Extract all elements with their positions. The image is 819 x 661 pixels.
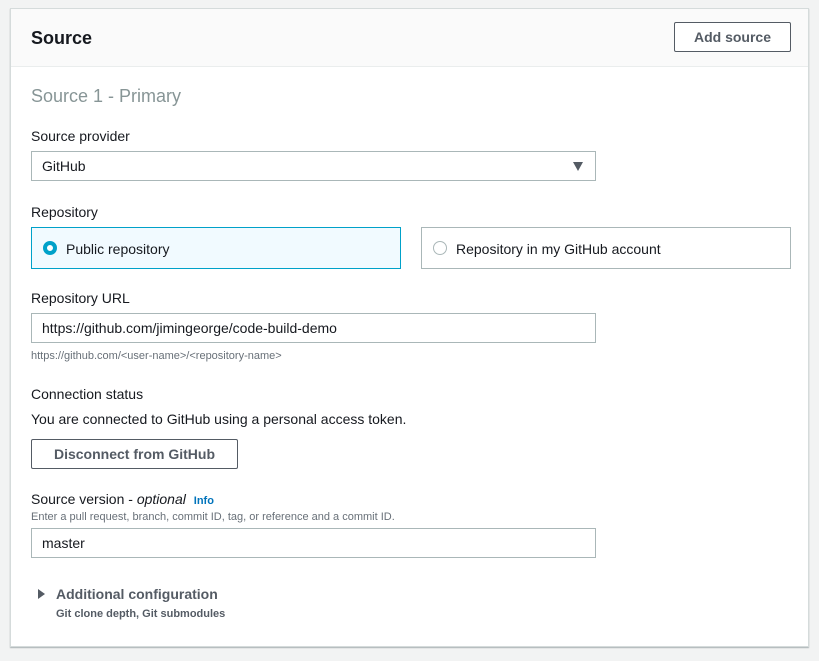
caret-right-icon[interactable]	[38, 589, 45, 599]
radio-public-repository[interactable]: Public repository	[31, 227, 401, 269]
source-version-label: Source version - optional Info	[31, 491, 214, 507]
repository-label: Repository	[31, 204, 98, 220]
optional-text: optional	[136, 491, 186, 507]
radio-github-account-label: Repository in my GitHub account	[456, 241, 661, 257]
panel-header: Source Add source	[11, 9, 808, 67]
connection-status-text: You are connected to GitHub using a pers…	[31, 411, 407, 427]
source-provider-label: Source provider	[31, 128, 130, 144]
source-provider-value: GitHub	[42, 158, 86, 174]
disconnect-github-button[interactable]: Disconnect from GitHub	[31, 439, 238, 469]
radio-public-repository-label: Public repository	[66, 241, 170, 257]
caret-down-icon	[573, 162, 583, 171]
additional-configuration-toggle[interactable]: Additional configuration	[56, 586, 218, 602]
source-version-hint: Enter a pull request, branch, commit ID,…	[31, 511, 395, 523]
additional-configuration-description: Git clone depth, Git submodules	[56, 608, 226, 620]
radio-github-account-repository[interactable]: Repository in my GitHub account	[421, 227, 791, 269]
source-panel: Source Add source Source 1 - Primary Sou…	[10, 8, 809, 647]
repository-url-hint: https://github.com/<user-name>/<reposito…	[31, 350, 282, 362]
info-link[interactable]: Info	[194, 495, 214, 507]
radio-unselected-icon	[433, 241, 447, 255]
add-source-button[interactable]: Add source	[674, 22, 791, 52]
panel-title: Source	[31, 28, 93, 48]
connection-status-label: Connection status	[31, 386, 144, 402]
repository-url-input[interactable]: https://github.com/jimingeorge/code-buil…	[31, 313, 596, 343]
repository-url-label: Repository URL	[31, 290, 130, 306]
source-provider-select[interactable]: GitHub	[31, 151, 596, 181]
radio-selected-icon	[43, 241, 57, 255]
source-version-input[interactable]: master	[31, 528, 596, 558]
section-title: Source 1 - Primary	[31, 86, 182, 106]
source-version-label-text: Source version -	[31, 491, 137, 507]
